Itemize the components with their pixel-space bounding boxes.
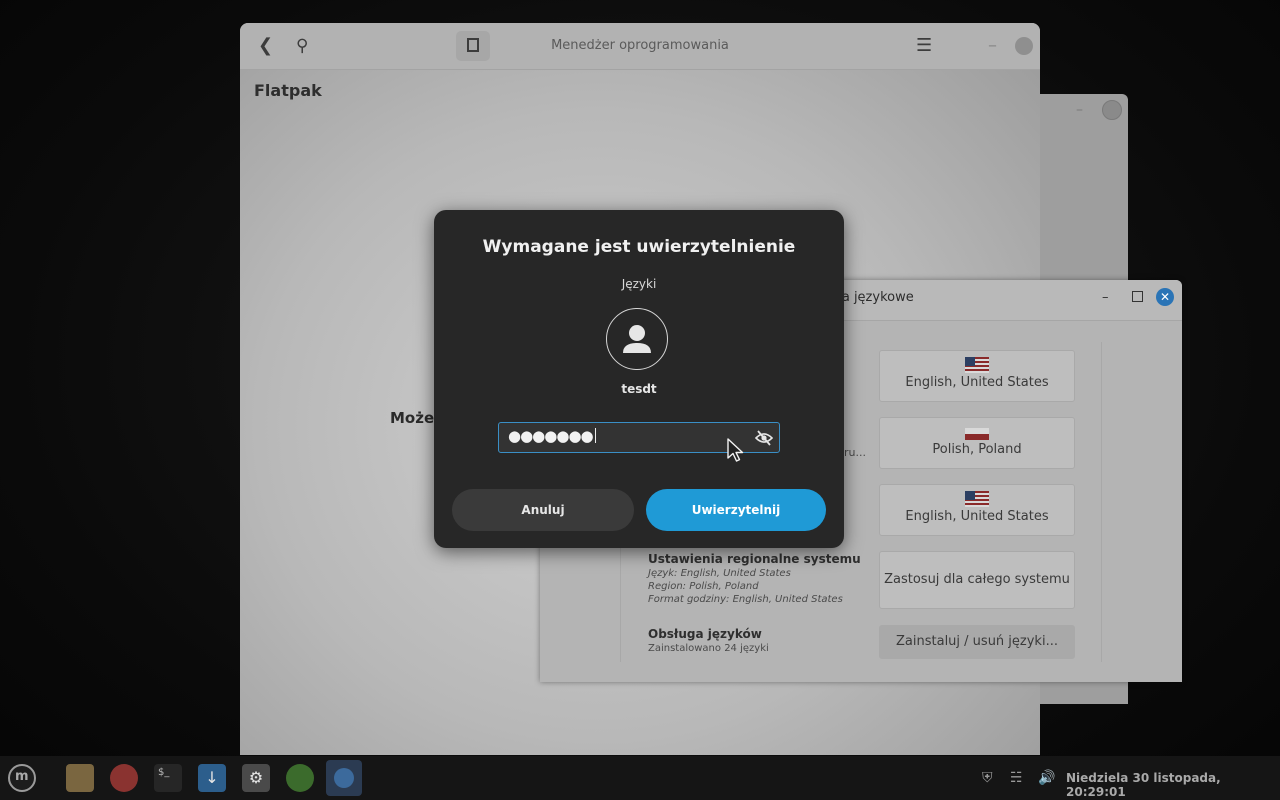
- software-manager-header: ❮ ⚲ Menedżer oprogramowania ☰ –: [240, 23, 1040, 70]
- minimize-icon[interactable]: –: [1076, 102, 1083, 118]
- region-button[interactable]: Polish, Poland: [879, 417, 1075, 469]
- partial-heading: Może: [390, 409, 435, 427]
- apply-system-wide-label: Zastosuj dla całego systemu: [884, 572, 1070, 587]
- taskbar: m $_ ↓ ⚙ ⛨ ☵ 🔊 Niedziela 30 listopada, 2…: [0, 756, 1280, 800]
- time-format-button[interactable]: English, United States: [879, 484, 1075, 536]
- time-format-button-label: English, United States: [905, 509, 1049, 524]
- system-locale-section: Ustawienia regionalne systemu Język: Eng…: [648, 552, 861, 605]
- maximize-icon[interactable]: [1132, 291, 1143, 302]
- user-avatar-icon: [606, 308, 668, 370]
- truncated-label: ru...: [844, 446, 866, 459]
- authentication-dialog: Wymagane jest uwierzytelnienie Języki te…: [434, 210, 844, 548]
- hide-password-icon[interactable]: [755, 429, 773, 447]
- download-icon[interactable]: ↓: [198, 764, 226, 792]
- clock[interactable]: Niedziela 30 listopada, 20:29:01: [1066, 771, 1280, 799]
- minimize-icon[interactable]: –: [988, 37, 997, 55]
- mouse-pointer-icon: [727, 438, 744, 462]
- language-support-installed: Zainstalowano 24 języki: [648, 643, 769, 654]
- cancel-button[interactable]: Anuluj: [452, 489, 634, 531]
- system-locale-time-format: Format godziny: English, United States: [648, 594, 843, 605]
- system-locale-language: Język: English, United States: [648, 568, 791, 579]
- authenticate-button[interactable]: Uwierzytelnij: [646, 489, 826, 531]
- install-remove-languages-button[interactable]: Zainstaluj / usuń języki...: [879, 625, 1075, 659]
- poland-flag-icon: [965, 428, 989, 440]
- firefox-icon[interactable]: [110, 764, 138, 792]
- volume-icon[interactable]: 🔊: [1038, 770, 1055, 786]
- password-mask-text: ●●●●●●●: [508, 427, 594, 445]
- text-caret: [594, 428, 596, 443]
- settings-gear-icon[interactable]: ⚙: [242, 764, 270, 792]
- region-button-label: Polish, Poland: [932, 442, 1022, 457]
- language-support-section: Obsługa języków Zainstalowano 24 języki: [648, 627, 769, 654]
- file-manager-icon[interactable]: [66, 764, 94, 792]
- shield-icon[interactable]: ⛨: [982, 770, 993, 786]
- close-icon[interactable]: [1015, 37, 1033, 55]
- auth-dialog-subtitle: Języki: [621, 277, 657, 291]
- us-flag-icon: [965, 491, 989, 507]
- flatpak-heading: Flatpak: [254, 81, 322, 100]
- language-button-label: English, United States: [905, 375, 1049, 390]
- network-icon[interactable]: ☵: [1010, 770, 1023, 786]
- language-button[interactable]: English, United States: [879, 350, 1075, 402]
- apply-system-wide-button[interactable]: Zastosuj dla całego systemu: [879, 551, 1075, 609]
- green-app-icon[interactable]: [286, 764, 314, 792]
- auth-dialog-title: Wymagane jest uwierzytelnienie: [482, 237, 796, 257]
- system-locale-title: Ustawienia regionalne systemu: [648, 552, 861, 566]
- mint-menu-icon[interactable]: m: [8, 764, 36, 792]
- terminal-icon[interactable]: $_: [154, 764, 182, 792]
- minimize-icon[interactable]: –: [1102, 290, 1109, 305]
- active-window-task-icon[interactable]: [326, 760, 362, 796]
- hamburger-menu-icon[interactable]: ☰: [916, 37, 932, 55]
- close-icon[interactable]: ✕: [1156, 288, 1174, 306]
- language-support-title: Obsługa języków: [648, 627, 762, 641]
- password-mask: ●●●●●●●: [508, 427, 596, 445]
- auth-username: tesdt: [621, 382, 657, 396]
- system-locale-region: Region: Polish, Poland: [648, 581, 759, 592]
- close-icon[interactable]: [1102, 100, 1122, 120]
- install-remove-languages-label: Zainstaluj / usuń języki...: [896, 634, 1058, 649]
- us-flag-icon: [965, 357, 989, 373]
- person-icon: [623, 325, 651, 353]
